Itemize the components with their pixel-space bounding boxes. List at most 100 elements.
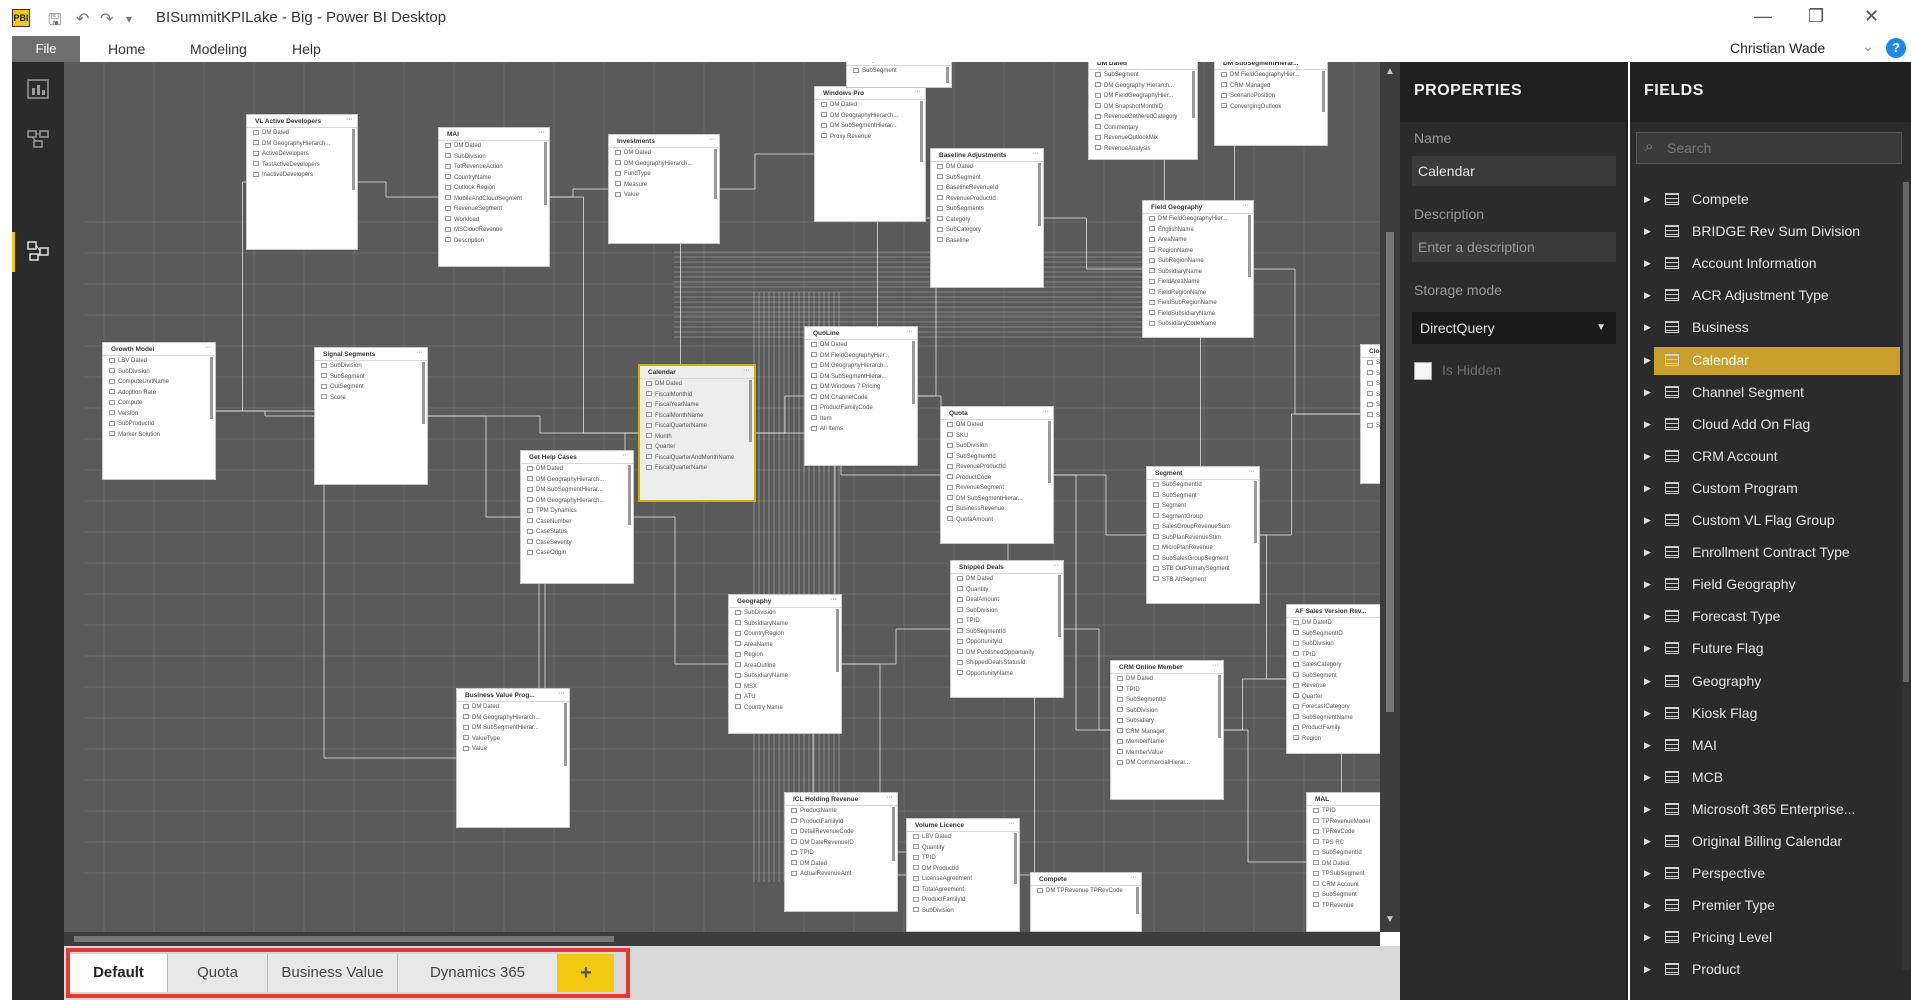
field-table-item[interactable]: ▶ Field Geography: [1630, 571, 1900, 599]
description-field[interactable]: Enter a description: [1412, 232, 1616, 262]
model-table-card[interactable]: QuoLine ··· DM Dated DM FieldGeographyHier.…: [804, 326, 918, 466]
save-icon[interactable]: 🖫: [48, 9, 62, 36]
expand-chevron-icon[interactable]: ▶: [1644, 708, 1651, 719]
expand-chevron-icon[interactable]: ▶: [1644, 547, 1651, 558]
table-card-scrollbar[interactable]: [892, 807, 895, 861]
file-tab[interactable]: File: [12, 36, 80, 62]
expand-chevron-icon[interactable]: ▶: [1644, 355, 1651, 366]
model-table-card[interactable]: Field Geography ··· DM FieldGeographyHier.…: [1142, 200, 1254, 338]
expand-chevron-icon[interactable]: ▶: [1644, 643, 1651, 654]
field-table-item[interactable]: ▶ BRIDGE Rev Sum Division: [1630, 218, 1900, 246]
field-table-item[interactable]: ▶ Enrollment Contract Type: [1630, 539, 1900, 567]
expand-chevron-icon[interactable]: ▶: [1644, 932, 1651, 943]
expand-chevron-icon[interactable]: ▶: [1644, 483, 1651, 494]
field-table-item[interactable]: ▶ Business: [1630, 314, 1900, 342]
customize-quick-access-icon[interactable]: ▾: [126, 12, 132, 26]
field-table-item[interactable]: ▶ Calendar: [1630, 346, 1900, 375]
field-table-item[interactable]: ▶ CRM Account: [1630, 443, 1900, 471]
model-table-card[interactable]: Signal Segments ··· SubDivision SubSegment O…: [314, 347, 428, 485]
expand-chevron-icon[interactable]: ▶: [1644, 194, 1651, 205]
table-card-scrollbar[interactable]: [1248, 215, 1251, 278]
field-table-item[interactable]: ▶ Original Billing Calendar: [1630, 828, 1900, 856]
model-table-card[interactable]: DM Dated··· SubSegment DM Geography Hierar…: [1088, 62, 1198, 160]
model-table-card[interactable]: VL Active Developers ··· DM Dated DM Geogra…: [246, 114, 358, 250]
field-table-item[interactable]: ▶ Kiosk Flag: [1630, 700, 1900, 728]
table-card-menu-icon[interactable]: ···: [906, 328, 913, 335]
expand-chevron-icon[interactable]: ▶: [1644, 900, 1651, 911]
name-field[interactable]: Calendar: [1412, 156, 1616, 186]
table-card-scrollbar[interactable]: [1058, 575, 1061, 638]
expand-chevron-icon[interactable]: ▶: [1644, 964, 1651, 975]
minimize-button[interactable]: —: [1754, 6, 1772, 27]
search-input[interactable]: ⌕ Search: [1636, 132, 1902, 164]
field-table-item[interactable]: ▶ ACR Adjustment Type: [1630, 282, 1900, 310]
chevron-down-icon[interactable]: ⌄: [1862, 38, 1874, 55]
table-card-scrollbar[interactable]: [714, 149, 717, 199]
is-hidden-checkbox[interactable]: [1414, 362, 1432, 380]
field-table-item[interactable]: ▶ MCB: [1630, 764, 1900, 792]
table-card-menu-icon[interactable]: ···: [204, 344, 211, 351]
model-table-card[interactable]: Growth Model ··· LBV Dated SubDivision Compu…: [102, 342, 216, 480]
model-table-card[interactable]: ICL Holding Revenue ··· ProductName Product…: [784, 792, 898, 912]
expand-chevron-icon[interactable]: ▶: [1644, 419, 1651, 430]
model-table-card[interactable]: Geography ··· SubDivision SubsidiaryName Cou…: [728, 594, 842, 734]
model-table-card[interactable]: Volume Licence ··· LBV Dated Quantity TPID DM…: [906, 818, 1020, 932]
table-card-scrollbar[interactable]: [912, 341, 915, 404]
model-table-card[interactable]: Business Value Prog... ··· DM Dated DM Geog…: [456, 688, 570, 828]
table-card-menu-icon[interactable]: ···: [1212, 662, 1219, 669]
restore-button[interactable]: ❐: [1808, 6, 1824, 27]
table-card-scrollbar[interactable]: [946, 67, 949, 84]
table-card-scrollbar[interactable]: [1254, 481, 1257, 544]
table-card-menu-icon[interactable]: ···: [1052, 562, 1059, 569]
table-card-scrollbar[interactable]: [1322, 71, 1325, 112]
expand-chevron-icon[interactable]: ▶: [1644, 611, 1651, 622]
table-card-menu-icon[interactable]: ···: [1186, 62, 1193, 65]
canvas-vertical-scrollbar[interactable]: ▲ ▼: [1380, 62, 1400, 932]
model-table-card[interactable]: Calendar ··· DM Dated FiscalMonthId FiscalYe…: [638, 364, 756, 502]
table-card-menu-icon[interactable]: ···: [830, 596, 837, 603]
menu-home[interactable]: Home: [108, 41, 145, 57]
table-card-menu-icon[interactable]: ···: [914, 88, 921, 95]
table-card-scrollbar[interactable]: [920, 101, 923, 163]
model-table-card[interactable]: Compete ··· DM TPRevenue TPRevCode: [1030, 872, 1142, 932]
table-card-scrollbar[interactable]: [352, 129, 355, 191]
fields-scrollbar[interactable]: [1902, 180, 1910, 970]
table-card-menu-icon[interactable]: ···: [558, 690, 565, 697]
model-table-card[interactable]: Baseline Adjustments ··· DM Dated SubSegmen…: [930, 148, 1044, 288]
field-table-item[interactable]: ▶ Channel Segment: [1630, 379, 1900, 407]
expand-chevron-icon[interactable]: ▶: [1644, 258, 1651, 269]
field-table-item[interactable]: ▶ Premier Type: [1630, 892, 1900, 920]
table-card-menu-icon[interactable]: ···: [1248, 468, 1255, 475]
expand-chevron-icon[interactable]: ▶: [1644, 676, 1651, 687]
menu-modeling[interactable]: Modeling: [190, 41, 247, 57]
scrollbar-thumb[interactable]: [1386, 232, 1394, 712]
menu-help[interactable]: Help: [292, 41, 321, 57]
undo-icon[interactable]: ↶: [76, 9, 89, 29]
expand-chevron-icon[interactable]: ▶: [1644, 868, 1651, 879]
report-view-icon[interactable]: [26, 78, 50, 100]
expand-chevron-icon[interactable]: ▶: [1644, 579, 1651, 590]
expand-chevron-icon[interactable]: ▶: [1644, 290, 1651, 301]
storage-mode-select[interactable]: DirectQuery ▼: [1412, 312, 1616, 344]
field-table-item[interactable]: ▶ Future Flag: [1630, 635, 1900, 663]
table-card-menu-icon[interactable]: ···: [1042, 408, 1049, 415]
field-table-item[interactable]: ▶ Account Information: [1630, 250, 1900, 278]
close-button[interactable]: ✕: [1864, 6, 1879, 27]
field-table-item[interactable]: ▶ Product: [1630, 956, 1900, 984]
table-card-menu-icon[interactable]: ···: [416, 349, 423, 356]
table-card-scrollbar[interactable]: [1192, 71, 1195, 118]
model-table-card[interactable]: Investments ··· DM Dated DM GeographyHierar…: [608, 134, 720, 244]
model-table-card[interactable]: DevOpsMachine···SubSegment: [846, 62, 952, 88]
expand-chevron-icon[interactable]: ▶: [1644, 772, 1651, 783]
model-table-card[interactable]: CRM Online Member ··· DM Dated TPID SubSegme…: [1110, 660, 1224, 800]
field-table-item[interactable]: ▶ Cloud Add On Flag: [1630, 411, 1900, 439]
field-table-item[interactable]: ▶ Custom VL Flag Group: [1630, 507, 1900, 535]
table-card-scrollbar[interactable]: [749, 380, 752, 443]
expand-chevron-icon[interactable]: ▶: [1644, 451, 1651, 462]
scroll-up-icon[interactable]: ▲: [1385, 66, 1395, 77]
signed-in-user[interactable]: Christian Wade: [1730, 40, 1825, 56]
scroll-down-icon[interactable]: ▼: [1385, 914, 1395, 925]
model-table-card[interactable]: Quota ··· DM Dated SKU SubDivision SubSegment…: [940, 406, 1054, 544]
help-icon[interactable]: ?: [1886, 38, 1906, 58]
expand-chevron-icon[interactable]: ▶: [1644, 515, 1651, 526]
